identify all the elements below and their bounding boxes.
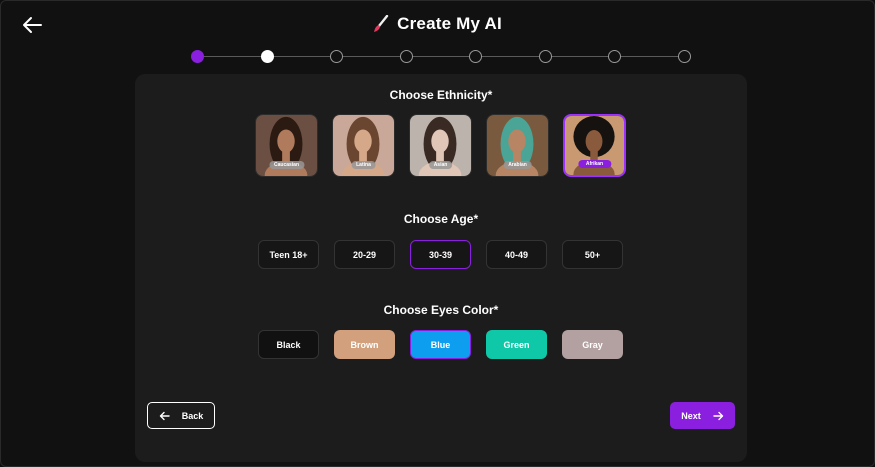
eye-color-option-blue[interactable]: Blue [410,330,471,359]
step-dot-8 [678,50,691,63]
eye-color-option-brown[interactable]: Brown [334,330,395,359]
age-options: Teen 18+ 20-29 30-39 40-49 50+ [258,240,623,269]
ethnicity-option-latina[interactable]: Latina [332,114,395,177]
arrow-left-icon [159,411,170,420]
step-dot-2 [260,50,274,63]
paintbrush-icon [374,15,389,32]
eye-color-option-black[interactable]: Black [258,330,319,359]
step-dot-1 [191,50,204,63]
age-option[interactable]: 20-29 [334,240,395,269]
progress-stepper [191,50,691,64]
step-dot-7 [608,50,622,63]
ethnicity-title: Choose Ethnicity* [389,88,493,102]
next-button-label: Next [681,410,701,421]
page-title: Create My AI [397,14,502,33]
step-dot-5 [469,50,483,63]
ethnicity-label: Latina [351,161,376,169]
ethnicity-option-caucasian[interactable]: Caucasian [255,114,318,177]
eyes-title: Choose Eyes Color* [383,303,499,317]
ethnicity-label: Caucasian [268,161,305,169]
app-frame: Create My AI Choose Ethnicity* Caucasian… [0,0,875,467]
step-dot-4 [399,50,413,63]
age-title: Choose Age* [403,212,479,226]
eye-color-option-gray[interactable]: Gray [562,330,623,359]
age-option[interactable]: 30-39 [410,240,471,269]
ethnicity-options: Caucasian Latina Asian Arabian Afrikan [255,114,626,177]
arrow-right-icon [713,411,723,420]
next-button[interactable]: Next [670,402,735,429]
ethnicity-option-afrikan[interactable]: Afrikan [563,114,626,177]
eye-color-options: Black Brown Blue Green Gray [258,330,623,359]
step-dot-6 [538,50,552,63]
back-button-label: Back [181,410,204,421]
ethnicity-label: Arabian [503,161,532,169]
step-dot-3 [330,50,344,63]
ethnicity-label: Asian [428,161,453,169]
ethnicity-label: Afrikan [577,160,612,168]
page-header: Create My AI [1,14,874,34]
back-button[interactable]: Back [147,402,215,429]
eye-color-option-green[interactable]: Green [486,330,547,359]
age-option[interactable]: 50+ [562,240,623,269]
ethnicity-option-asian[interactable]: Asian [409,114,472,177]
age-option[interactable]: 40-49 [486,240,547,269]
form-card: Choose Ethnicity* Caucasian Latina Asian Ar… [135,74,747,462]
ethnicity-option-arabian[interactable]: Arabian [486,114,549,177]
age-option[interactable]: Teen 18+ [258,240,319,269]
